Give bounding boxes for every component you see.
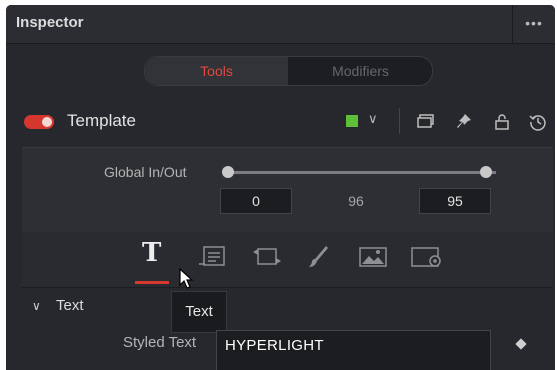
lock-icon[interactable] xyxy=(492,113,512,131)
header-divider xyxy=(512,5,513,43)
pin-icon[interactable] xyxy=(454,113,474,131)
inspector-tabs: Tools Modifiers xyxy=(144,56,433,86)
styled-text-input[interactable]: HYPERLIGHT xyxy=(216,330,491,370)
tab-modifiers[interactable]: Modifiers xyxy=(289,57,432,85)
node-name: Template xyxy=(67,111,136,130)
global-in-out-label: Global In/Out xyxy=(104,164,187,180)
section-title: Text xyxy=(56,297,84,314)
layout-icon[interactable] xyxy=(198,244,225,270)
image-icon[interactable] xyxy=(358,244,387,270)
transform-icon[interactable] xyxy=(251,244,281,270)
more-options-button[interactable]: ••• xyxy=(518,13,550,33)
global-duration: 96 xyxy=(348,193,364,209)
styled-text-label: Styled Text xyxy=(123,334,197,351)
text-section-header[interactable]: ∨ Text xyxy=(32,297,84,314)
toolbar-divider xyxy=(399,108,400,134)
toggle-knob xyxy=(42,117,52,127)
settings-icon[interactable] xyxy=(410,244,441,270)
tooltip: Text xyxy=(171,291,227,333)
chevron-down-icon[interactable]: ∨ xyxy=(368,111,378,127)
chevron-down-icon: ∨ xyxy=(32,299,41,313)
global-out-input[interactable]: 95 xyxy=(419,188,491,214)
keyframe-icon[interactable] xyxy=(515,338,527,350)
global-range-track[interactable] xyxy=(228,171,496,174)
range-out-handle[interactable] xyxy=(480,166,492,178)
global-in-input[interactable]: 0 xyxy=(220,188,292,214)
node-enable-toggle[interactable] xyxy=(24,115,54,129)
global-in-out-section: Global In/Out 0 96 95 xyxy=(22,147,553,233)
shading-icon[interactable] xyxy=(306,244,332,270)
range-in-handle[interactable] xyxy=(222,166,234,178)
reset-icon[interactable] xyxy=(528,113,548,131)
inspector-panel: Inspector ••• Tools Modifiers Template ∨ xyxy=(6,5,555,370)
tool-tabs-bar: T xyxy=(22,232,553,289)
inspector-header: Inspector ••• xyxy=(6,5,555,44)
panel-title: Inspector xyxy=(16,14,84,31)
duplicate-icon[interactable] xyxy=(416,113,436,131)
tab-tools[interactable]: Tools xyxy=(145,57,288,85)
active-tab-indicator xyxy=(135,281,169,284)
styled-text-value: HYPERLIGHT xyxy=(225,337,324,354)
node-color-swatch[interactable] xyxy=(346,115,358,127)
text-icon[interactable]: T xyxy=(142,238,161,268)
